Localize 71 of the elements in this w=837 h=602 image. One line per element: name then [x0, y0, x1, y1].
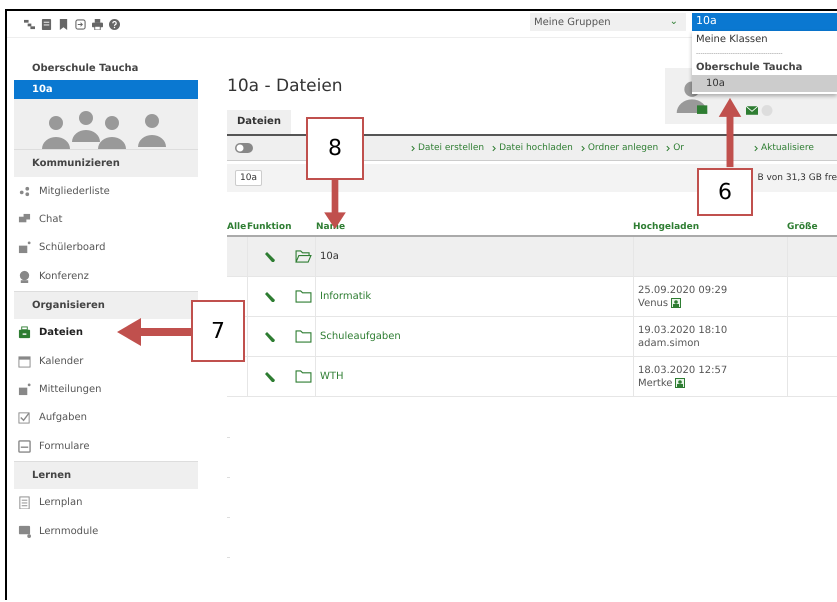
login-icon[interactable] [75, 18, 86, 30]
checkbox-icon [18, 411, 31, 424]
pencil-icon[interactable] [264, 290, 276, 302]
person-icon [18, 270, 31, 283]
folder-name[interactable]: Informatik [320, 291, 372, 302]
print-icon[interactable] [92, 18, 103, 30]
upload-date: 18.03.2020 12:57 [638, 364, 728, 376]
folder-name[interactable]: Schuleaufgaben [320, 331, 401, 342]
folder-name[interactable]: 10a [320, 251, 339, 262]
section-header: Lernen [14, 460, 198, 489]
storage-info: B von 31,3 GB fre [757, 173, 837, 183]
option-group-label: Oberschule Taucha [695, 61, 804, 75]
class-select[interactable]: 10a [692, 13, 837, 31]
chevron-icon [492, 144, 496, 152]
toggle-switch[interactable] [235, 143, 253, 153]
sidebar-item[interactable]: Dateien [14, 326, 83, 340]
briefcase-icon [18, 326, 31, 340]
school-name: Oberschule Taucha [31, 62, 140, 76]
callout-number: 7 [191, 300, 245, 362]
chevron-icon [580, 144, 585, 152]
pencil-icon[interactable] [264, 330, 276, 342]
group-label[interactable]: 10a [14, 80, 198, 99]
callout-number: 6 [697, 168, 753, 216]
tree-icon[interactable] [24, 18, 35, 30]
tab[interactable]: Dateien [227, 110, 291, 134]
pencil-icon[interactable] [264, 250, 276, 262]
page-title: 10a - Dateien [227, 75, 343, 98]
column-header[interactable]: Alle [227, 222, 247, 232]
action-link[interactable]: Datei hochladen [499, 143, 573, 153]
section-header: Organisieren [14, 290, 198, 319]
chevron-icon [754, 144, 758, 152]
sidebar-item[interactable]: Aufgaben [14, 411, 88, 424]
sidebar-item[interactable]: Chat [14, 213, 62, 226]
action-link[interactable]: Aktualisiere [760, 143, 814, 153]
note-icon[interactable] [41, 18, 52, 30]
upload-date: 19.03.2020 18:10 [638, 324, 728, 336]
upload-date: 25.09.2020 09:29 [638, 284, 728, 296]
sidebar-item[interactable]: Mitgliederliste [14, 184, 110, 198]
sidebar-item[interactable]: Schülerboard [14, 241, 106, 254]
breadcrumb-chip[interactable]: 10a [235, 170, 262, 186]
uploader-name[interactable]: Mertke [638, 378, 672, 388]
sidebar-item[interactable]: Mitteilungen [14, 383, 102, 396]
folder-name[interactable]: WTH [320, 371, 344, 382]
group-select[interactable]: Meine Gruppen ⌄ [530, 13, 686, 31]
mail-icon[interactable] [746, 104, 758, 116]
chevron-icon [666, 144, 670, 152]
column-header[interactable]: Größe [787, 222, 837, 232]
sidebar-item[interactable]: Lernplan [14, 496, 82, 510]
clipboard-icon [18, 496, 31, 510]
dropdown-option[interactable]: 10a [692, 75, 837, 92]
uploader-name[interactable]: adam.simon [638, 338, 700, 348]
callout-number: 8 [306, 117, 364, 180]
section-header: Kommunizieren [14, 149, 198, 177]
dropdown-option[interactable]: Meine Klassen [692, 31, 837, 48]
uploader-name[interactable]: Venus [638, 298, 668, 308]
column-header[interactable]: Hochgeladen [633, 222, 787, 232]
pencil-icon[interactable] [264, 370, 276, 382]
monitor-icon [18, 524, 31, 538]
form-icon [18, 440, 31, 453]
sidebar-item[interactable]: Formulare [14, 440, 90, 453]
help-icon[interactable] [109, 18, 120, 30]
sidebar-item[interactable]: Lernmodule [14, 524, 98, 538]
action-link[interactable]: Ordner anlegen [588, 143, 658, 153]
bookmark-icon[interactable] [58, 18, 69, 30]
column-header: Funktion [247, 222, 291, 232]
sidebar-item[interactable]: Konferenz [14, 270, 89, 283]
action-link[interactable]: Datei erstellen [418, 143, 484, 153]
sidebar-item[interactable]: Kalender [14, 354, 84, 368]
calendar-icon [18, 354, 31, 368]
action-link[interactable]: Or [673, 143, 684, 153]
chevron-icon [411, 144, 415, 152]
